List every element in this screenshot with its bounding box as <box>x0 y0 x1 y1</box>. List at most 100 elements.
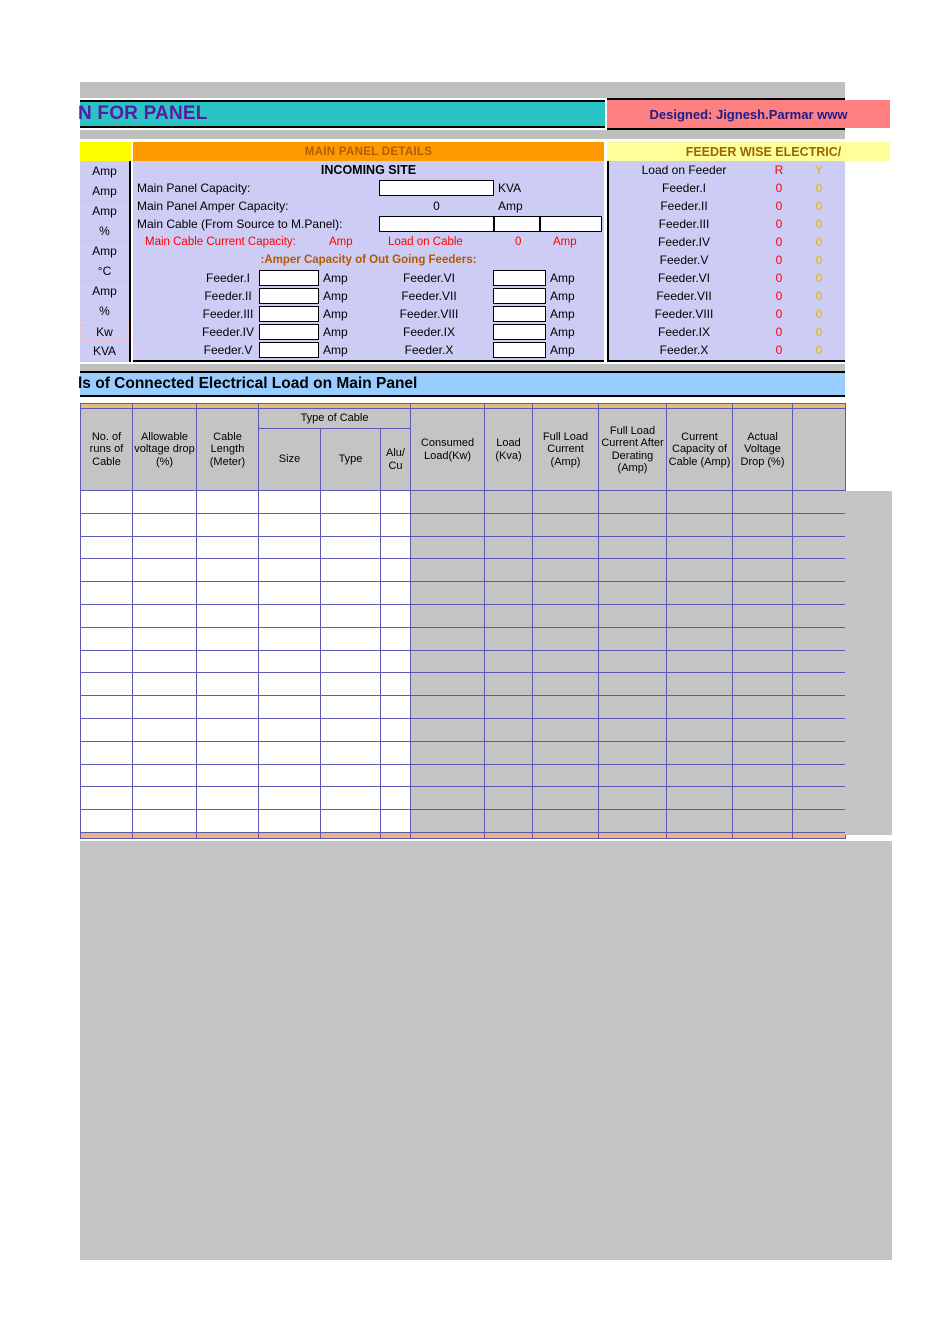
table-cell-input[interactable] <box>196 535 259 560</box>
feeder-amp-input-right[interactable] <box>493 288 546 304</box>
feeder-amp-input-right[interactable] <box>493 306 546 322</box>
table-cell-input[interactable] <box>80 535 133 560</box>
table-cell-input[interactable] <box>132 626 197 651</box>
table-cell-input[interactable] <box>320 649 381 674</box>
main-cable-size-input[interactable] <box>379 216 494 232</box>
table-cell-input[interactable] <box>80 809 133 833</box>
table-cell-input[interactable] <box>258 558 321 583</box>
table-cell-input[interactable] <box>379 763 412 788</box>
table-cell-input[interactable] <box>320 740 381 765</box>
table-cell-input[interactable] <box>320 786 381 811</box>
table-cell-input[interactable] <box>258 672 321 697</box>
table-cell-input[interactable] <box>80 717 133 742</box>
table-cell-input[interactable] <box>258 717 321 742</box>
table-cell-input[interactable] <box>132 649 197 674</box>
table-cell-input[interactable] <box>320 558 381 583</box>
table-cell-input[interactable] <box>132 558 197 583</box>
table-cell-input[interactable] <box>80 581 133 605</box>
table-cell-input[interactable] <box>132 809 197 833</box>
table-cell-input[interactable] <box>80 763 133 788</box>
table-cell-input[interactable] <box>80 603 133 628</box>
table-cell-input[interactable] <box>196 717 259 742</box>
table-cell-input[interactable] <box>379 740 412 765</box>
table-cell-input[interactable] <box>320 672 381 697</box>
table-cell-input[interactable] <box>258 626 321 651</box>
table-cell-input[interactable] <box>132 740 197 765</box>
table-cell-input[interactable] <box>196 695 259 719</box>
table-cell-input[interactable] <box>80 558 133 583</box>
feeder-amp-input-left[interactable] <box>259 324 319 340</box>
table-cell-input[interactable] <box>132 672 197 697</box>
table-cell-input[interactable] <box>80 695 133 719</box>
table-cell-input[interactable] <box>258 490 321 514</box>
table-cell-input[interactable] <box>379 626 412 651</box>
table-cell-input[interactable] <box>196 581 259 605</box>
table-cell-input[interactable] <box>379 695 412 719</box>
table-cell-input[interactable] <box>258 603 321 628</box>
table-cell-input[interactable] <box>132 581 197 605</box>
table-cell-input[interactable] <box>379 717 412 742</box>
table-cell-input[interactable] <box>258 809 321 833</box>
table-cell-input[interactable] <box>132 717 197 742</box>
table-cell-input[interactable] <box>80 672 133 697</box>
table-cell-input[interactable] <box>132 512 197 537</box>
table-cell-input[interactable] <box>258 763 321 788</box>
table-cell-input[interactable] <box>196 740 259 765</box>
table-cell-input[interactable] <box>379 603 412 628</box>
table-cell-input[interactable] <box>320 535 381 560</box>
table-cell-input[interactable] <box>132 603 197 628</box>
table-cell-input[interactable] <box>379 581 412 605</box>
table-cell-input[interactable] <box>320 512 381 537</box>
table-cell-input[interactable] <box>379 786 412 811</box>
table-cell-input[interactable] <box>80 649 133 674</box>
table-cell-input[interactable] <box>80 626 133 651</box>
table-cell-input[interactable] <box>379 512 412 537</box>
table-cell-input[interactable] <box>132 786 197 811</box>
table-cell-input[interactable] <box>320 490 381 514</box>
table-cell-input[interactable] <box>196 558 259 583</box>
feeder-amp-input-left[interactable] <box>259 306 319 322</box>
table-cell-input[interactable] <box>320 626 381 651</box>
table-cell-input[interactable] <box>80 786 133 811</box>
table-cell-input[interactable] <box>132 535 197 560</box>
table-cell-input[interactable] <box>196 603 259 628</box>
table-cell-input[interactable] <box>379 672 412 697</box>
table-cell-input[interactable] <box>320 695 381 719</box>
table-cell-input[interactable] <box>320 717 381 742</box>
table-cell-input[interactable] <box>196 649 259 674</box>
table-cell-input[interactable] <box>80 490 133 514</box>
main-cable-type-input[interactable] <box>494 216 540 232</box>
table-cell-input[interactable] <box>379 535 412 560</box>
table-cell-input[interactable] <box>132 763 197 788</box>
table-cell-input[interactable] <box>196 512 259 537</box>
feeder-amp-input-right[interactable] <box>493 324 546 340</box>
table-cell-input[interactable] <box>196 809 259 833</box>
table-cell-input[interactable] <box>320 763 381 788</box>
table-cell-input[interactable] <box>132 695 197 719</box>
feeder-amp-input-right[interactable] <box>493 270 546 286</box>
table-cell-input[interactable] <box>320 809 381 833</box>
table-cell-input[interactable] <box>379 649 412 674</box>
table-cell-input[interactable] <box>80 512 133 537</box>
table-cell-input[interactable] <box>258 649 321 674</box>
feeder-amp-input-left[interactable] <box>259 270 319 286</box>
table-cell-input[interactable] <box>196 763 259 788</box>
main-panel-capacity-input[interactable] <box>379 180 494 196</box>
table-cell-input[interactable] <box>196 490 259 514</box>
table-cell-input[interactable] <box>132 490 197 514</box>
table-cell-input[interactable] <box>196 786 259 811</box>
table-cell-input[interactable] <box>320 581 381 605</box>
table-cell-input[interactable] <box>379 809 412 833</box>
table-cell-input[interactable] <box>196 626 259 651</box>
table-cell-input[interactable] <box>258 581 321 605</box>
table-cell-input[interactable] <box>379 490 412 514</box>
table-cell-input[interactable] <box>80 740 133 765</box>
table-cell-input[interactable] <box>258 740 321 765</box>
feeder-amp-input-right[interactable] <box>493 342 546 358</box>
table-cell-input[interactable] <box>258 786 321 811</box>
table-cell-input[interactable] <box>196 672 259 697</box>
table-cell-input[interactable] <box>258 512 321 537</box>
table-cell-input[interactable] <box>258 535 321 560</box>
table-cell-input[interactable] <box>258 695 321 719</box>
feeder-amp-input-left[interactable] <box>259 342 319 358</box>
